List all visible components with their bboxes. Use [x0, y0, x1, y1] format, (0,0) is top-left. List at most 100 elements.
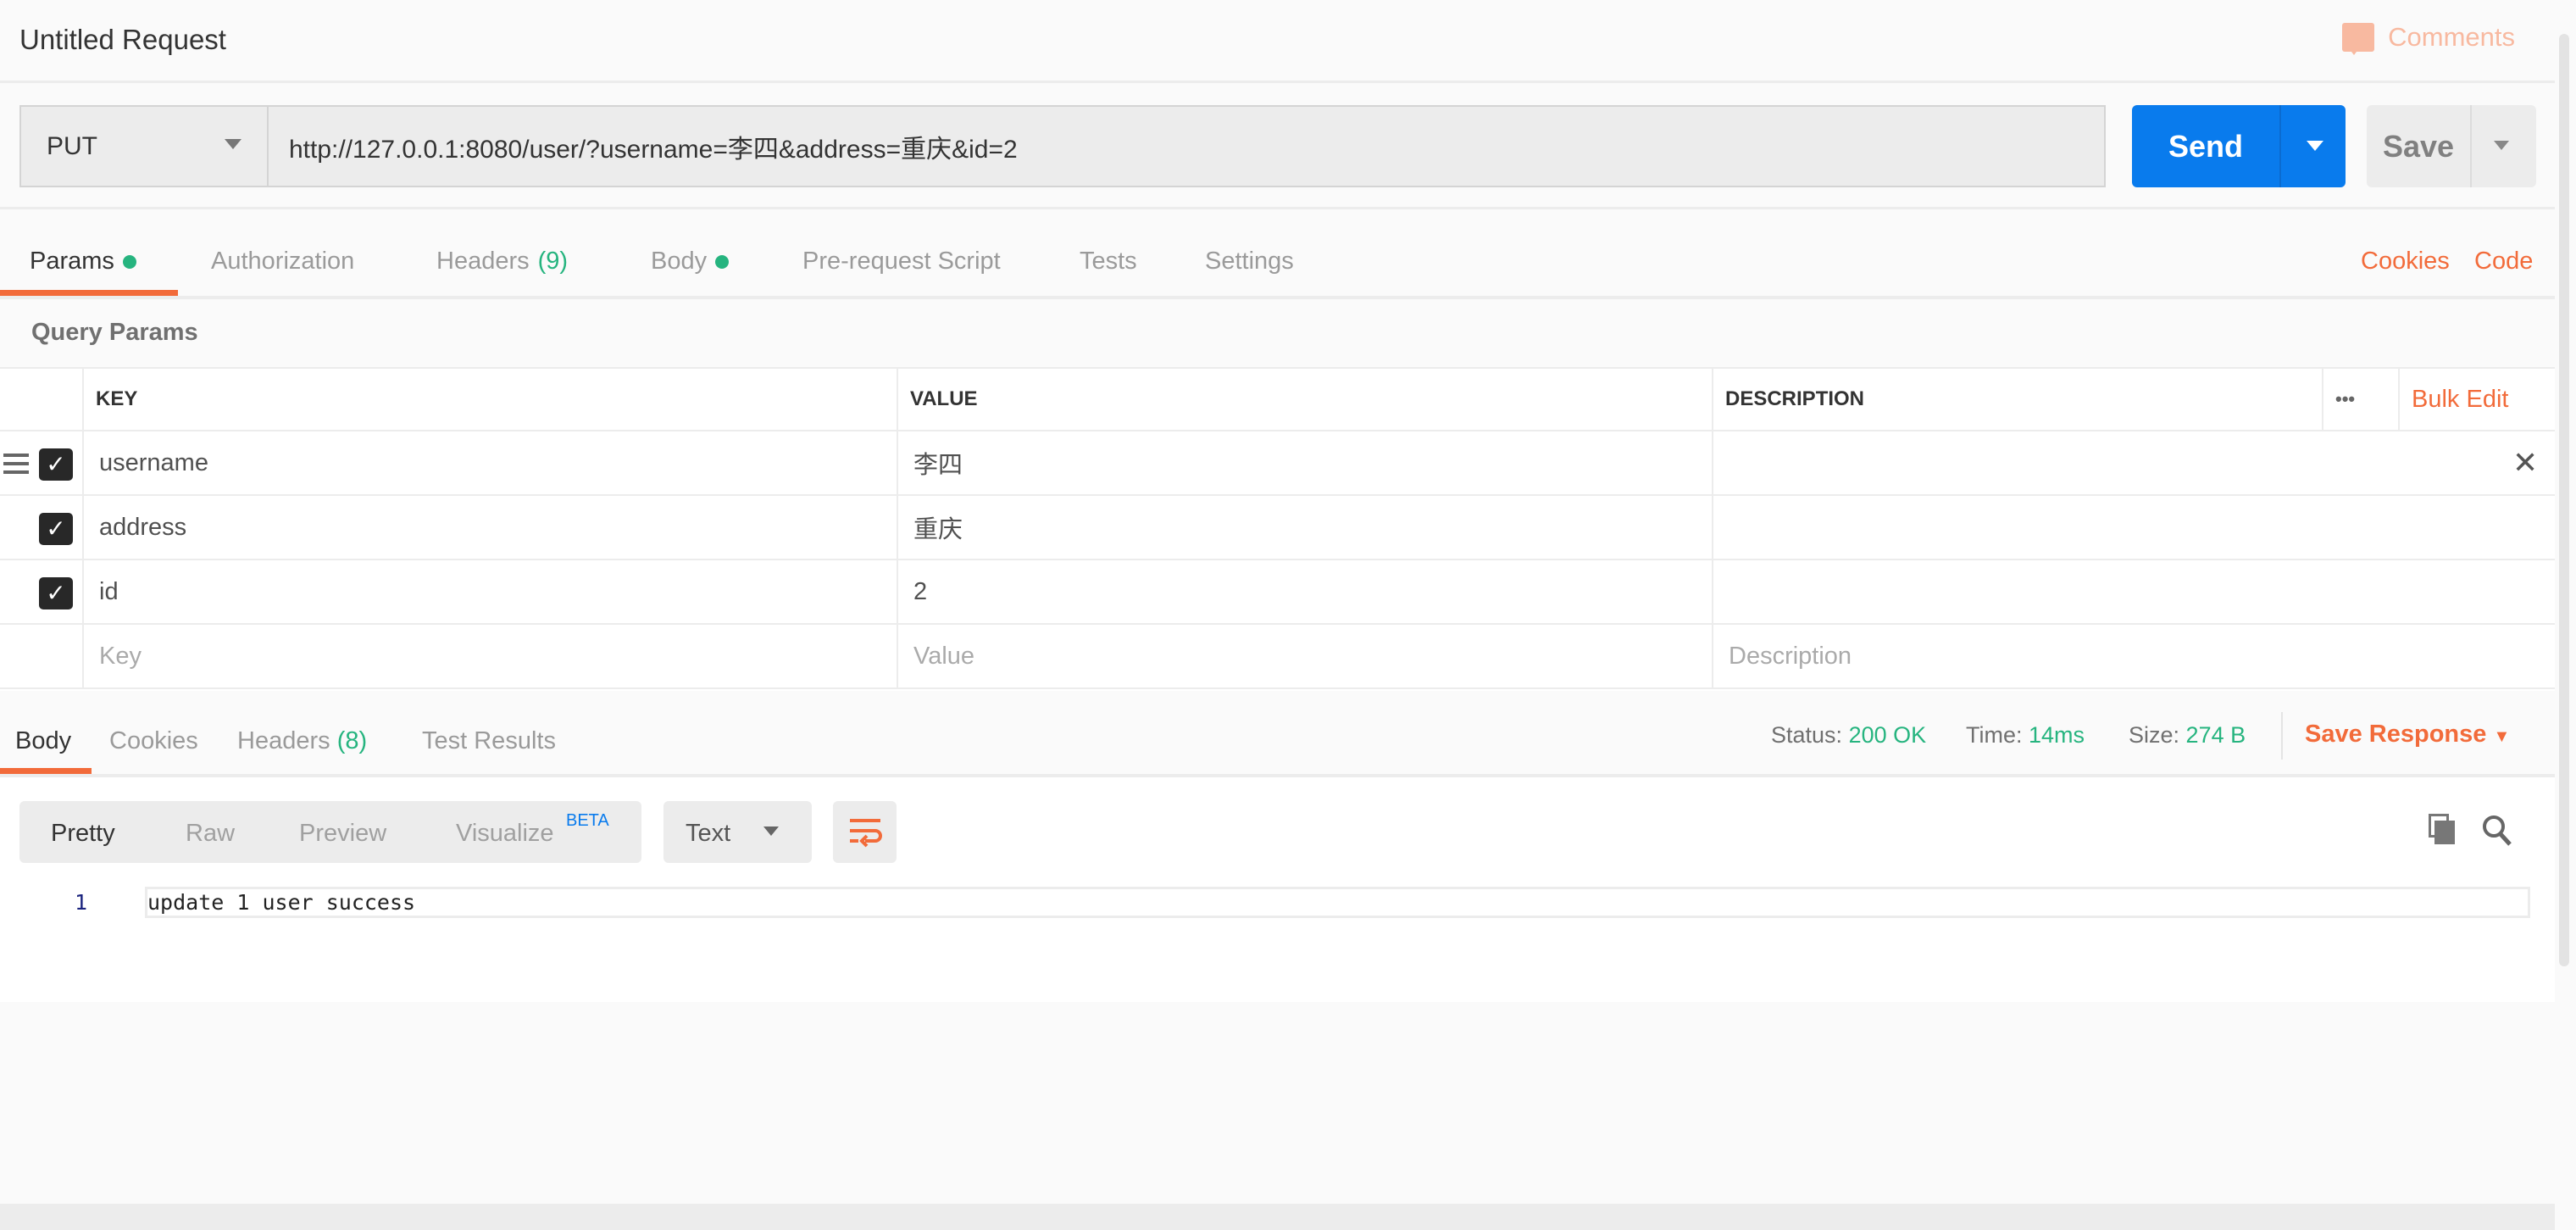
size-value: 274 B [2185, 722, 2246, 748]
param-key[interactable]: id [82, 560, 897, 623]
delete-row-icon[interactable]: ✕ [2512, 445, 2538, 481]
search-icon[interactable] [2481, 814, 2513, 848]
tab-label: Headers [436, 248, 530, 275]
view-visualize[interactable]: Visualize [456, 820, 554, 848]
table-row: ✓ id 2 [0, 560, 2555, 625]
param-value[interactable]: 重庆 [897, 496, 1712, 559]
wrap-icon [850, 819, 882, 848]
table-row: ✓ username 李四 ✕ [0, 431, 2555, 496]
value-header: VALUE [897, 369, 1712, 430]
param-description[interactable] [1712, 496, 2555, 559]
new-value-input[interactable]: Value [897, 625, 1712, 687]
response-code-line[interactable]: update 1 user success [145, 887, 2530, 918]
copy-icon[interactable] [2429, 814, 2455, 844]
wrap-lines-button[interactable] [833, 801, 897, 863]
line-number: 1 [75, 890, 88, 915]
time-value: 14ms [2029, 722, 2085, 748]
tab-settings[interactable]: Settings [1205, 248, 1294, 275]
new-key-input[interactable]: Key [82, 625, 897, 687]
chevron-down-icon [763, 826, 779, 843]
send-options-icon[interactable] [2307, 141, 2323, 159]
code-link[interactable]: Code [2474, 248, 2533, 275]
tab-label: Tests [1080, 248, 1137, 275]
tab-pre-request-script[interactable]: Pre-request Script [802, 248, 1001, 275]
divider [0, 296, 2555, 299]
divider [0, 81, 2555, 83]
url-input[interactable]: http://127.0.0.1:8080/user/?username=李四&… [267, 105, 2106, 187]
beta-badge: BETA [566, 811, 609, 830]
chevron-down-icon [225, 139, 242, 158]
drag-handle-icon[interactable] [3, 454, 29, 457]
save-response-label: Save Response [2305, 721, 2487, 748]
scrollbar[interactable] [2559, 34, 2569, 966]
active-tab-indicator [0, 290, 178, 296]
response-tab-headers[interactable]: Headers (8) [237, 727, 367, 755]
tab-authorization[interactable]: Authorization [211, 248, 354, 275]
description-header: DESCRIPTION [1712, 369, 2322, 430]
param-key[interactable]: username [82, 431, 897, 494]
param-value[interactable]: 李四 [897, 431, 1712, 494]
method-value: PUT [47, 131, 97, 160]
tab-label: Body [651, 248, 708, 275]
size-label: Size: [2129, 722, 2180, 748]
format-select[interactable]: Text [663, 801, 812, 863]
headers-count: (9) [537, 248, 569, 275]
comments-button[interactable]: Comments [2342, 22, 2515, 55]
key-header: KEY [82, 369, 897, 430]
method-select[interactable]: PUT [19, 105, 267, 187]
tab-body[interactable]: Body [651, 248, 730, 275]
divider [2279, 105, 2281, 187]
new-description-input[interactable]: Description [1712, 625, 2555, 687]
format-value: Text [686, 820, 731, 847]
comments-label: Comments [2388, 22, 2515, 52]
table-row: ✓ address 重庆 [0, 496, 2555, 560]
param-key[interactable]: address [82, 496, 897, 559]
param-value[interactable]: 2 [897, 560, 1712, 623]
save-button[interactable]: Save [2367, 105, 2536, 187]
row-checkbox[interactable]: ✓ [39, 448, 73, 481]
send-label: Send [2168, 129, 2243, 164]
view-preview[interactable]: Preview [299, 820, 386, 848]
more-options-button[interactable]: ••• [2322, 369, 2398, 430]
request-title[interactable]: Untitled Request [19, 24, 226, 56]
cookies-link[interactable]: Cookies [2361, 248, 2450, 275]
tab-label: Settings [1205, 248, 1294, 275]
save-options-icon[interactable] [2494, 141, 2509, 158]
response-tab-cookies[interactable]: Cookies [109, 727, 198, 755]
divider [2281, 712, 2283, 760]
comment-icon [2342, 23, 2375, 55]
response-tab-body[interactable]: Body [15, 727, 71, 755]
status-value: 200 OK [1848, 722, 1927, 748]
tab-params[interactable]: Params [30, 248, 136, 275]
row-checkbox[interactable]: ✓ [39, 577, 73, 609]
status-info: Status: 200 OK [1771, 722, 1926, 749]
row-checkbox[interactable]: ✓ [39, 513, 73, 545]
time-label: Time: [1966, 722, 2023, 748]
tab-headers[interactable]: Headers (9) [436, 248, 568, 275]
table-header: KEY VALUE DESCRIPTION ••• Bulk Edit [0, 367, 2555, 431]
view-pretty[interactable]: Pretty [51, 820, 115, 848]
headers-count: (8) [336, 727, 368, 754]
status-dot [715, 254, 730, 269]
response-tab-test-results[interactable]: Test Results [422, 727, 556, 755]
query-params-label: Query Params [31, 319, 198, 346]
tab-label: Pre-request Script [802, 248, 1001, 275]
params-table: KEY VALUE DESCRIPTION ••• Bulk Edit ✓ us… [0, 367, 2555, 691]
tab-label: Headers [237, 727, 330, 754]
size-info: Size: 274 B [2129, 722, 2246, 749]
view-raw[interactable]: Raw [186, 820, 235, 848]
param-description[interactable] [1712, 431, 2555, 494]
table-row-new: Key Value Description [0, 625, 2555, 689]
tab-label: Params [30, 248, 114, 275]
save-response-button[interactable]: Save Response ▼ [2305, 721, 2510, 749]
divider [2470, 105, 2472, 187]
time-info: Time: 14ms [1966, 722, 2085, 749]
save-label: Save [2382, 129, 2455, 164]
bulk-edit-button[interactable]: Bulk Edit [2398, 369, 2555, 430]
send-button[interactable]: Send [2132, 105, 2346, 187]
param-description[interactable] [1712, 560, 2555, 623]
view-mode-group: Pretty Raw Preview Visualize BETA [19, 801, 641, 863]
tab-label: Authorization [211, 248, 355, 275]
tab-tests[interactable]: Tests [1080, 248, 1137, 275]
status-label: Status: [1771, 722, 1843, 748]
